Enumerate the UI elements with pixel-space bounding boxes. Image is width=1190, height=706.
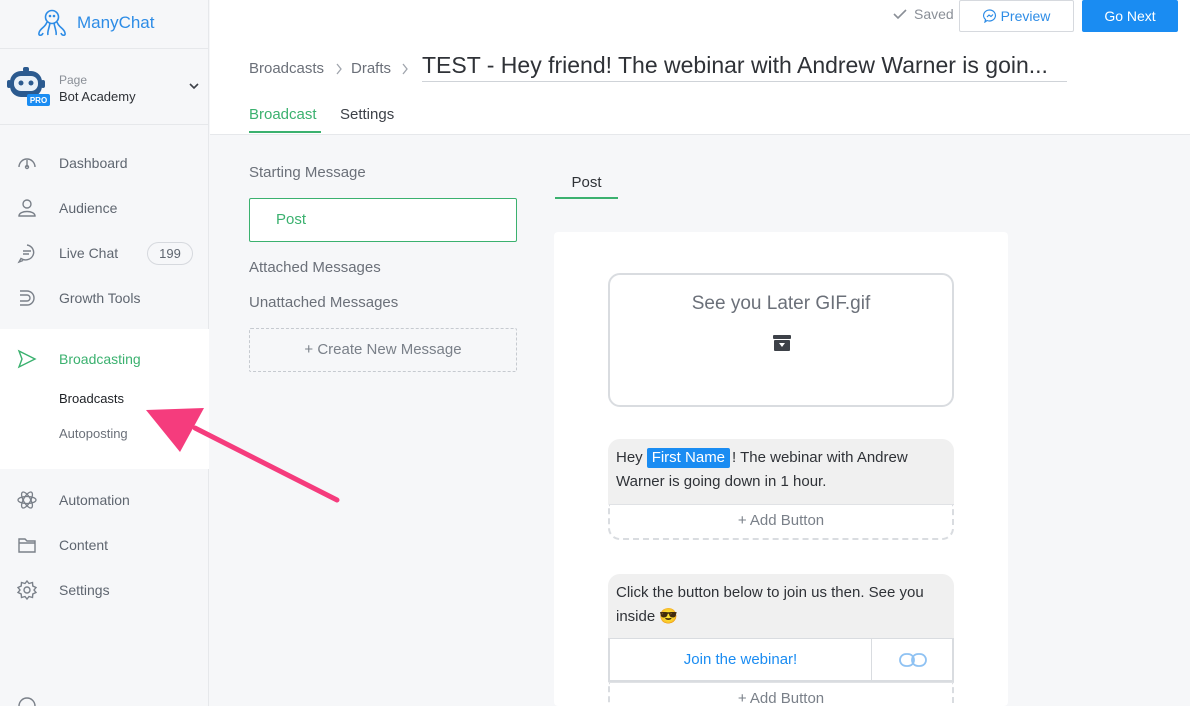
sidebar-item-growth-tools[interactable]: Growth Tools [0, 278, 209, 318]
page-name: Bot Academy [59, 89, 136, 104]
sidebar-item-label: Live Chat [59, 245, 119, 261]
live-chat-count-badge: 199 [147, 241, 193, 265]
sidebar-item-live-chat[interactable]: Live Chat 199 [0, 233, 209, 273]
go-next-button[interactable]: Go Next [1082, 0, 1178, 32]
gif-filename: See you Later GIF.gif [691, 293, 871, 314]
chat-bubble-icon [17, 244, 35, 264]
send-icon [17, 349, 37, 369]
sidebar-item-label: Settings [59, 582, 110, 598]
sidebar-item-content[interactable]: Content [0, 525, 209, 565]
breadcrumb-broadcasts[interactable]: Broadcasts [249, 60, 324, 77]
breadcrumb-drafts[interactable]: Drafts [351, 60, 391, 77]
folder-icon [18, 538, 36, 553]
sidebar: ManyChat PRO Page Bot Academy Dashboard … [0, 0, 209, 706]
attached-messages-heading: Attached Messages [249, 259, 381, 276]
chevron-right-icon [336, 63, 342, 75]
add-button[interactable]: + Add Button [608, 682, 954, 706]
starting-message-heading: Starting Message [249, 164, 366, 181]
check-icon [893, 9, 907, 20]
text-message-2[interactable]: Click the button below to join us then. … [608, 574, 954, 639]
first-name-variable[interactable]: First Name [646, 448, 731, 468]
saved-label: Saved [914, 6, 954, 22]
add-button[interactable]: + Add Button [608, 504, 954, 540]
messenger-icon [982, 9, 996, 23]
sidebar-item-label: Dashboard [59, 155, 128, 171]
bot-avatar: PRO [7, 67, 50, 106]
message-text: Click the button below to join us then. … [616, 584, 924, 625]
tab-settings[interactable]: Settings [340, 106, 394, 123]
tab-post[interactable]: Post [555, 174, 618, 199]
top-bar: Saved Preview Go Next Broadcasts Drafts … [210, 0, 1190, 135]
sidebar-item-label: Content [59, 537, 109, 553]
preview-button[interactable]: Preview [959, 0, 1074, 32]
chevron-right-icon [402, 63, 408, 75]
sidebar-item-label: Growth Tools [59, 290, 141, 306]
gif-attachment[interactable]: See you Later GIF.gif [608, 273, 954, 407]
logo[interactable]: ManyChat [36, 8, 154, 38]
dashboard-icon [18, 158, 36, 170]
join-webinar-button[interactable]: Join the webinar! [610, 639, 872, 681]
help-icon[interactable] [17, 696, 37, 706]
page-label: Page [59, 73, 88, 87]
broadcast-title-input[interactable]: TEST - Hey friend! The webinar with Andr… [422, 52, 1067, 82]
sidebar-item-broadcasting[interactable]: Broadcasting [0, 339, 209, 379]
starting-message-post[interactable]: Post [249, 198, 517, 242]
sidebar-item-label: Audience [59, 200, 118, 216]
message-button-row[interactable]: Join the webinar! [608, 638, 954, 682]
atom-icon [17, 491, 37, 509]
gear-icon [16, 579, 38, 601]
text-message-1[interactable]: Hey First Name! The webinar with Andrew W… [608, 439, 954, 505]
active-tab-indicator [249, 131, 321, 133]
page-switcher[interactable]: PRO Page Bot Academy [0, 48, 209, 125]
sub-item-broadcasts[interactable]: Broadcasts [59, 391, 124, 406]
saved-status: Saved [892, 6, 954, 22]
sidebar-item-settings[interactable]: Settings [0, 570, 209, 610]
chevron-down-icon [189, 83, 199, 90]
sidebar-item-label: Broadcasting [59, 351, 141, 367]
annotation-arrow [146, 408, 340, 503]
preview-label: Preview [1000, 8, 1051, 24]
sidebar-item-audience[interactable]: Audience [0, 188, 209, 228]
message-editor-card: See you Later GIF.gif Hey First Name! The… [554, 232, 1008, 706]
sub-item-autoposting[interactable]: Autoposting [59, 426, 128, 441]
create-new-message-button[interactable]: + Create New Message [249, 328, 517, 372]
pro-badge: PRO [30, 96, 47, 105]
link-icon[interactable] [898, 651, 928, 669]
magnet-icon [20, 290, 35, 306]
sidebar-item-dashboard[interactable]: Dashboard [0, 143, 209, 183]
message-text: Hey [616, 449, 643, 466]
tab-broadcast[interactable]: Broadcast [249, 106, 317, 123]
download-icon [773, 335, 791, 351]
unattached-messages-heading: Unattached Messages [249, 294, 399, 311]
user-icon [18, 199, 36, 217]
sidebar-item-label: Automation [59, 492, 130, 508]
app-name: ManyChat [77, 13, 155, 32]
manychat-logo-icon [38, 9, 66, 37]
